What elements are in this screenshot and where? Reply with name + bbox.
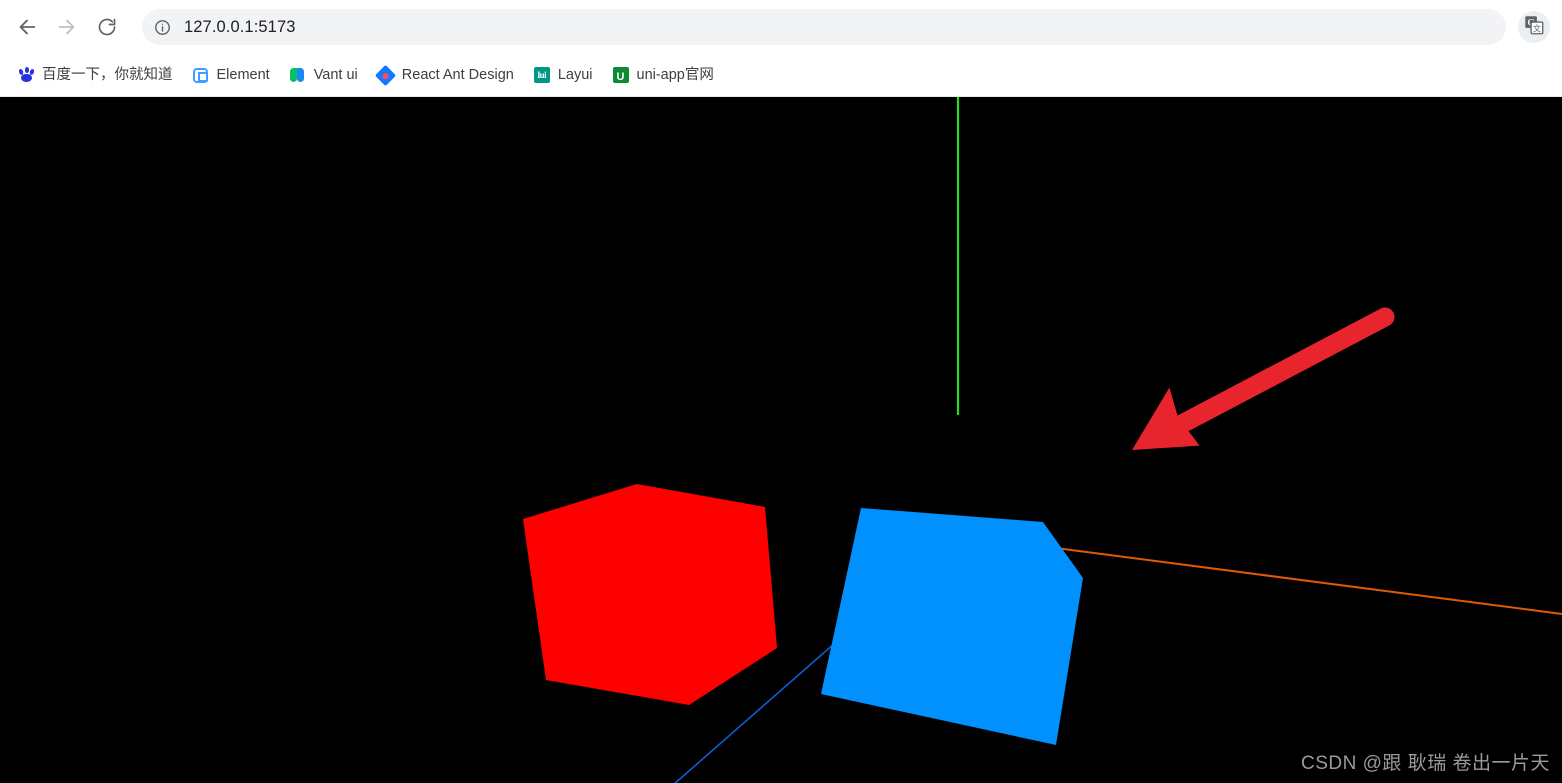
page-viewport: CSDN @跟 耿瑞 卷出一片天 [0,97,1562,783]
translate-button[interactable]: G 文 [1518,11,1550,43]
red-cube[interactable] [523,484,777,705]
red-arrow-annotation [1132,307,1395,450]
info-circle-icon[interactable] [148,13,176,41]
bookmark-uni-app[interactable]: U uni-app官网 [605,61,722,89]
bookmark-vant-ui[interactable]: Vant ui [282,61,366,89]
address-bar[interactable]: 127.0.0.1:5173 [142,9,1506,45]
bookmark-react-ant-design[interactable]: React Ant Design [370,61,522,89]
ant-design-icon [375,64,397,86]
browser-toolbar: 127.0.0.1:5173 G 文 [0,0,1562,54]
google-translate-icon: G 文 [1524,15,1544,40]
bookmarks-bar: 百度一下，你就知道 Element Vant ui React Ant Desi… [0,54,1562,97]
bookmark-layui[interactable]: lui Layui [526,61,601,89]
bookmark-label: Element [216,67,270,83]
bookmark-label: Vant ui [313,67,358,83]
svg-text:文: 文 [1533,23,1542,33]
element-ui-icon [193,67,209,83]
layui-icon: lui [533,67,550,83]
vant-ui-icon [290,67,306,83]
threejs-canvas[interactable] [0,97,1562,783]
reload-icon [97,17,117,37]
bookmark-label: 百度一下，你就知道 [42,67,173,83]
blue-cube[interactable] [821,508,1083,745]
reload-button[interactable] [90,10,124,44]
uni-app-icon: U [612,67,629,83]
bookmark-label: Layui [557,67,593,83]
arrow-right-icon [56,16,78,38]
bookmark-label: uni-app官网 [636,67,714,83]
browser-window: 127.0.0.1:5173 G 文 百度一下，你就知道 [0,0,1562,783]
bookmark-element[interactable]: Element [185,61,278,89]
x-axis-line [1047,546,1562,615]
baidu-paw-icon [18,67,35,83]
arrow-left-icon [16,16,38,38]
forward-button[interactable] [50,10,84,44]
layui-glyph: lui [533,67,550,83]
uni-app-glyph: U [612,67,629,83]
bookmark-baidu[interactable]: 百度一下，你就知道 [10,61,181,89]
bookmark-label: React Ant Design [401,67,514,83]
back-button[interactable] [10,10,44,44]
address-bar-url[interactable]: 127.0.0.1:5173 [184,9,296,45]
